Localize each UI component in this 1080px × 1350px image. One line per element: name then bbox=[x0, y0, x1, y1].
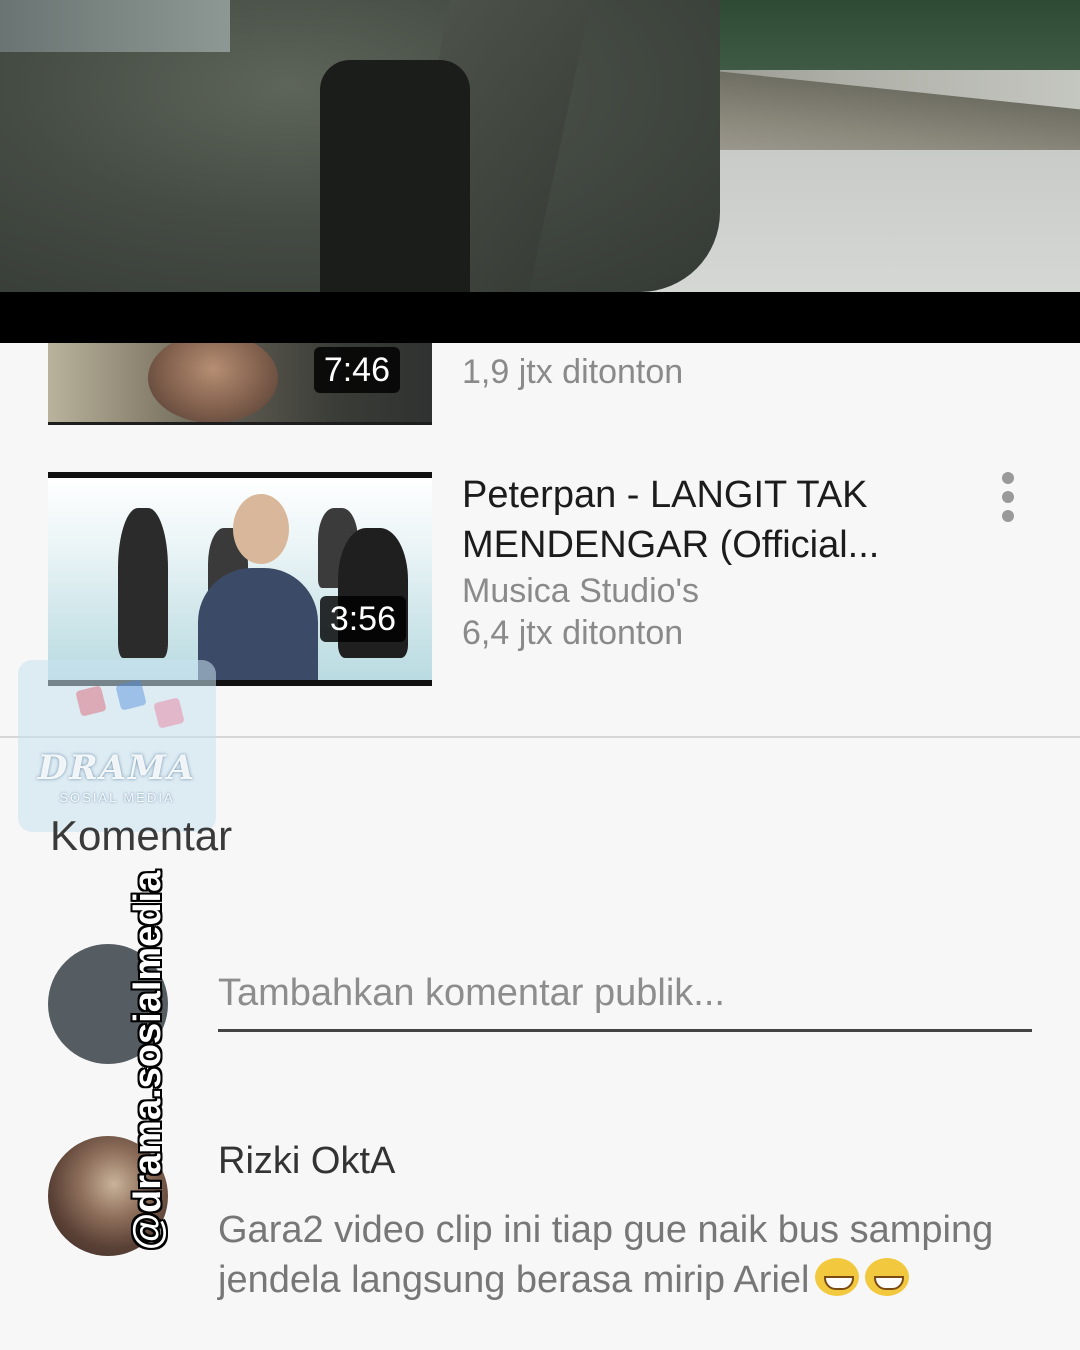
band-member bbox=[118, 508, 168, 658]
channel-name[interactable]: Musica Studio's bbox=[462, 572, 699, 611]
duration-badge: 3:56 bbox=[319, 596, 406, 642]
comment-input[interactable] bbox=[218, 958, 1032, 1032]
background-strip bbox=[0, 0, 230, 52]
duration-badge: 7:46 bbox=[313, 347, 400, 393]
watermark-logo-subtext: SOSIAL MEDIA bbox=[59, 790, 175, 805]
comments-heading: Komentar bbox=[50, 812, 233, 859]
video-title[interactable]: Peterpan - LANGIT TAK MENDENGAR (Officia… bbox=[462, 470, 932, 570]
watermark-logo: DRAMA SOSIAL MEDIA bbox=[18, 660, 216, 832]
watermark-logo-text: DRAMA bbox=[37, 748, 197, 788]
band-member bbox=[233, 494, 289, 564]
video-player[interactable] bbox=[0, 0, 1080, 292]
band-member bbox=[198, 568, 318, 680]
watermark-handle: @drama.sosialmedia bbox=[127, 870, 169, 1250]
player-letterbox-bar bbox=[0, 292, 1080, 343]
view-count: 6,4 jtx ditonton bbox=[462, 614, 684, 652]
video-thumbnail[interactable]: 7:46 bbox=[48, 343, 432, 425]
grinning-squinting-face-icon bbox=[815, 1258, 860, 1296]
grinning-squinting-face-icon bbox=[865, 1258, 910, 1296]
comment-author[interactable]: Rizki OktA bbox=[218, 1140, 395, 1183]
view-count: 1,9 jtx ditonton bbox=[462, 353, 684, 391]
more-options-icon[interactable] bbox=[996, 472, 1020, 524]
thumbnail-face bbox=[148, 343, 278, 422]
comment-body: Gara2 video clip ini tiap gue naik bus s… bbox=[218, 1205, 1018, 1305]
person-shirt bbox=[320, 60, 470, 292]
video-thumbnail[interactable]: 3:56 bbox=[48, 472, 432, 686]
